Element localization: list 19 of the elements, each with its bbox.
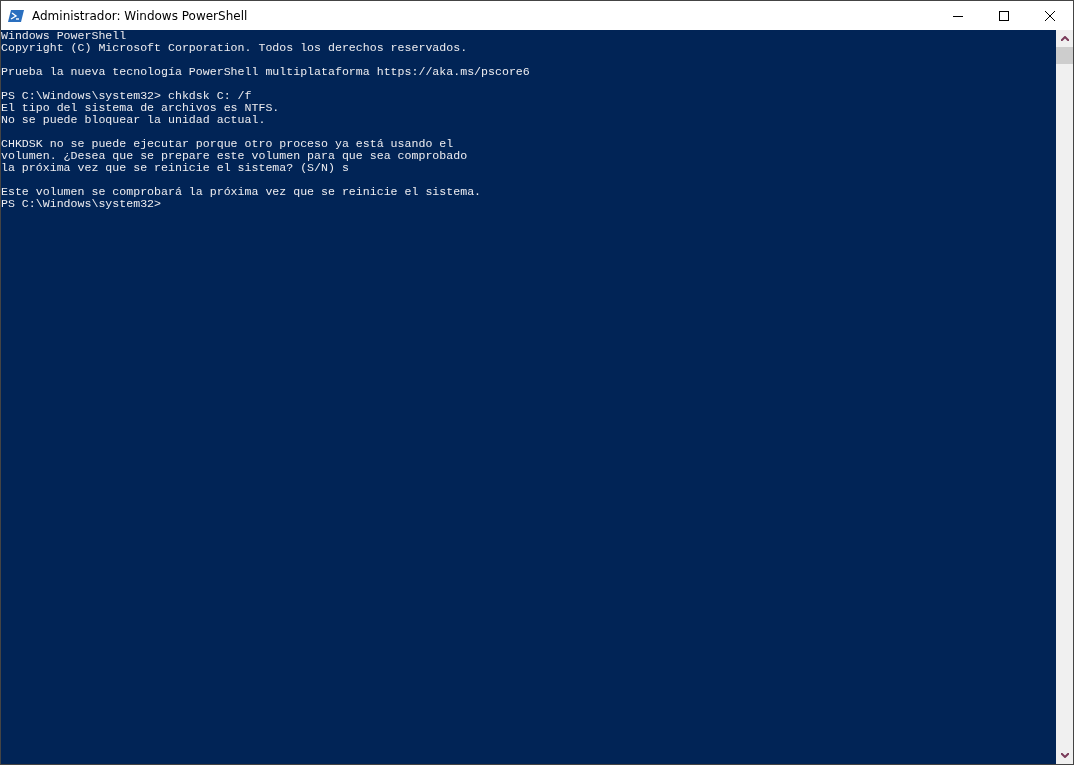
console-line: Prueba la nueva tecnología PowerShell multiplataforma https://aka.ms/pscore6 (1, 66, 531, 78)
maximize-icon (999, 10, 1009, 21)
scroll-down-icon[interactable] (1060, 753, 1069, 758)
scrollbar[interactable] (1056, 30, 1073, 764)
console-line: la próxima vez que se reinicie el sistema? (S/N) s (1, 162, 350, 174)
console-line: PS C:\Windows\system32> (1, 198, 163, 210)
close-icon (1045, 10, 1055, 21)
scroll-thumb[interactable] (1056, 47, 1073, 64)
scroll-up-icon[interactable] (1060, 36, 1069, 41)
powershell-icon (8, 7, 24, 24)
console-line: El tipo del sistema de archivos es NTFS. (1, 102, 281, 114)
console-line: No se puede bloquear la unidad actual. (1, 114, 267, 126)
console-line: CHKDSK no se puede ejecutar porque otro proceso ya está usando el (1, 138, 455, 150)
window-title: Administrador: Windows PowerShell (32, 8, 248, 23)
console-line: Este volumen se comprobará la próxima vez que se reinicie el sistema. (1, 186, 483, 198)
console-line: Copyright (C) Microsoft Corporation. Todos los derechos reservados. (1, 42, 469, 54)
console-line: volumen. ¿Desea que se prepare este volumen para que sea comprobado (1, 150, 469, 162)
console-line: PS C:\Windows\system32> chkdsk C: /f (1, 90, 253, 102)
console-line: Windows PowerShell (1, 30, 128, 42)
